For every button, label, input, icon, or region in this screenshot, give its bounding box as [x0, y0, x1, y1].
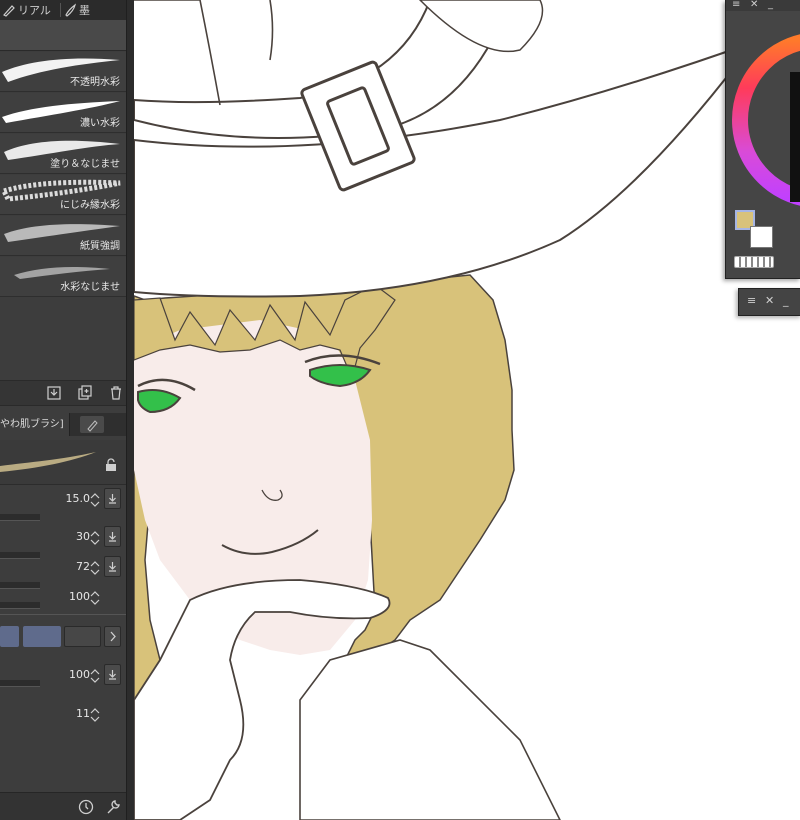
lock-icon[interactable]	[105, 458, 117, 472]
texture-option[interactable]	[64, 626, 101, 647]
edit-pen-icon[interactable]	[80, 416, 104, 433]
menu-icon[interactable]: ≡	[732, 0, 740, 11]
brush-icon	[3, 5, 15, 17]
subtool-actions-bar	[0, 380, 126, 406]
minimize-icon[interactable]: _	[783, 294, 789, 307]
paint-amount-value[interactable]: 72	[76, 560, 90, 573]
brush-size-slider[interactable]	[0, 514, 40, 521]
texture-selector-row	[0, 624, 126, 650]
paint-density-value[interactable]: 100	[69, 590, 90, 603]
brush-item[interactable]: 不透明水彩	[0, 52, 126, 92]
divider	[0, 614, 126, 615]
wrench-icon[interactable]	[104, 798, 122, 816]
duplicate-icon[interactable]	[77, 385, 93, 401]
drawing-canvas[interactable]	[133, 0, 800, 820]
stabilization-value[interactable]: 11	[76, 707, 90, 720]
brush-size-value[interactable]: 15.0	[66, 492, 91, 505]
spinner-icon[interactable]	[90, 490, 100, 510]
panel-footer	[0, 792, 126, 820]
subtool-group-bar	[0, 20, 126, 51]
brush-list: 不透明水彩 濃い水彩 塗り＆なじませ にじみ縁水彩 紙質強調 水彩なじませ	[0, 52, 126, 298]
ink-brush-icon	[65, 3, 76, 17]
tool-property-header: やわ肌ブラシ]	[0, 413, 126, 436]
transparent-color-swatch[interactable]	[734, 256, 774, 268]
trash-icon[interactable]	[108, 385, 124, 401]
subtool-tabs: リアル 墨	[0, 0, 126, 20]
collapsed-panel: ≡ ✕ _	[738, 288, 800, 316]
blend-slider[interactable]	[0, 680, 40, 687]
brush-name: 紙質強調	[80, 241, 120, 252]
brush-item[interactable]: 塗り＆なじませ	[0, 134, 126, 174]
brush-preview	[0, 440, 126, 485]
sub-color-swatch[interactable]	[750, 226, 773, 248]
hat-crown-lines	[134, 0, 274, 106]
color-wheel-panel: ≡ ✕ _	[725, 0, 800, 279]
tab-ink[interactable]: 墨	[61, 0, 121, 20]
opacity-slider[interactable]	[0, 552, 40, 559]
paint-density-slider[interactable]	[0, 602, 40, 609]
app-window: リアル 墨 不透明水彩 濃い水彩 塗り＆なじませ にじみ縁水彩 紙質強調 水彩な…	[0, 0, 800, 820]
close-icon[interactable]: ✕	[750, 0, 758, 11]
spinner-icon[interactable]	[90, 558, 100, 578]
brush-item[interactable]: 紙質強調	[0, 216, 126, 256]
close-icon[interactable]: ✕	[765, 294, 774, 307]
opacity-value[interactable]: 30	[76, 530, 90, 543]
left-panel: リアル 墨 不透明水彩 濃い水彩 塗り＆なじませ にじみ縁水彩 紙質強調 水彩な…	[0, 0, 134, 820]
brush-name: 不透明水彩	[70, 77, 120, 88]
tool-property-tab[interactable]: やわ肌ブラシ]	[0, 413, 70, 436]
tab-real-label: リアル	[18, 4, 51, 17]
panel-resize-handle[interactable]	[126, 0, 134, 820]
paint-amount-slider[interactable]	[0, 582, 40, 589]
tab-real-pencil[interactable]: リアル	[0, 0, 60, 20]
saturation-square[interactable]	[790, 72, 800, 202]
spinner-icon[interactable]	[90, 588, 100, 608]
blend-row: 100	[0, 664, 126, 708]
spinner-icon[interactable]	[90, 528, 100, 548]
tab-ink-label: 墨	[79, 4, 90, 17]
brush-item[interactable]: 水彩なじませ	[0, 257, 126, 297]
blend-value[interactable]: 100	[69, 668, 90, 681]
collar	[299, 639, 561, 820]
chevron-right-icon	[110, 631, 116, 642]
brush-item[interactable]: 濃い水彩	[0, 93, 126, 133]
hue-wheel[interactable]	[730, 12, 800, 212]
illustration	[133, 0, 761, 820]
brush-name: 塗り＆なじませ	[50, 159, 120, 170]
next-button[interactable]	[104, 626, 121, 647]
pressure-button[interactable]	[104, 556, 121, 577]
stabilization-row: 11	[0, 707, 126, 747]
panel-titlebar: ≡ ✕ _	[726, 0, 800, 11]
minimize-icon[interactable]: _	[768, 0, 773, 11]
brush-name: にじみ縁水彩	[60, 200, 120, 211]
brush-name: 水彩なじませ	[60, 282, 120, 293]
pressure-button[interactable]	[104, 526, 121, 547]
download-icon[interactable]	[46, 385, 62, 401]
spinner-icon[interactable]	[90, 705, 100, 725]
brush-tip-preview	[0, 452, 96, 472]
reset-icon[interactable]	[77, 798, 95, 816]
brush-name: 濃い水彩	[80, 118, 120, 129]
pressure-button[interactable]	[104, 488, 121, 509]
menu-icon[interactable]: ≡	[747, 294, 756, 307]
spinner-icon[interactable]	[90, 666, 100, 686]
texture-option[interactable]	[23, 626, 61, 647]
pressure-button[interactable]	[104, 664, 121, 685]
texture-option[interactable]	[0, 626, 19, 647]
brush-item[interactable]: にじみ縁水彩	[0, 175, 126, 215]
